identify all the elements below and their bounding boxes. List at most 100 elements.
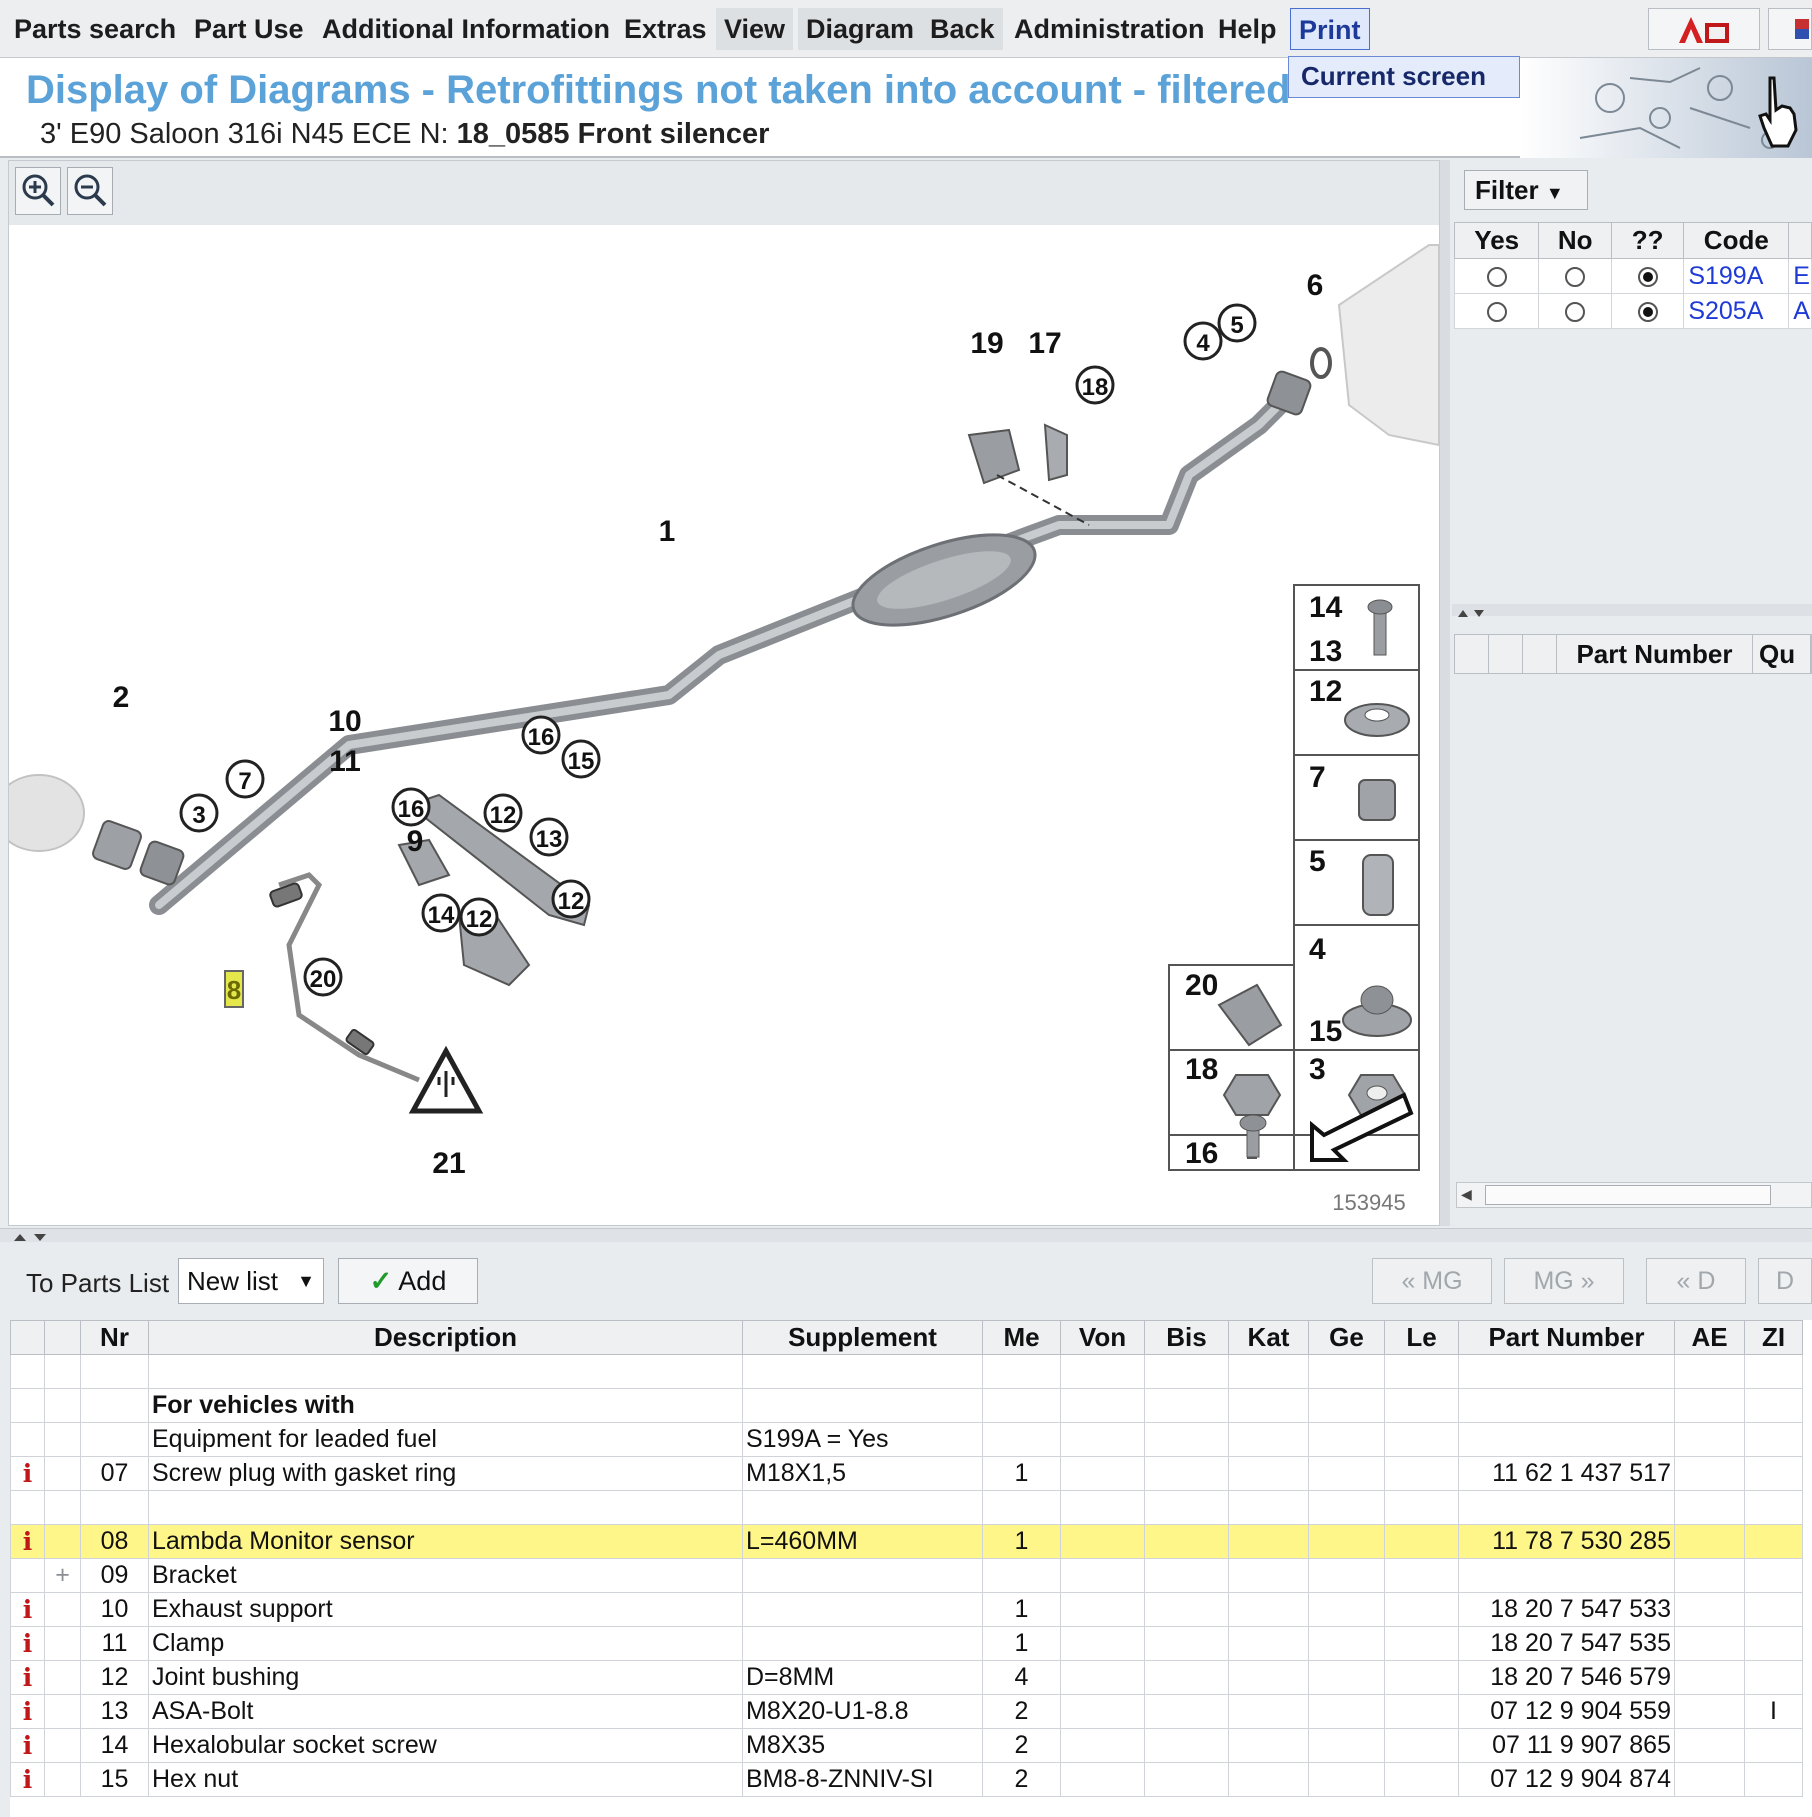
info-icon[interactable]: i bbox=[10, 1660, 45, 1695]
col-me[interactable]: Me bbox=[982, 1320, 1061, 1355]
table-row[interactable]: i 13 ASA-Bolt M8X20-U1-8.8 2 07 12 9 904 559 I bbox=[10, 1694, 1803, 1729]
filter-radio-no[interactable] bbox=[1565, 266, 1586, 287]
prev-d-button[interactable]: « D bbox=[1646, 1258, 1746, 1304]
horizontal-splitter[interactable] bbox=[0, 1228, 1812, 1242]
callout-label[interactable]: 6 bbox=[1307, 269, 1324, 302]
callout-label[interactable]: 20 bbox=[310, 966, 337, 993]
col-supplement[interactable]: Supplement bbox=[742, 1320, 983, 1355]
menu-extras[interactable]: Extras bbox=[616, 8, 715, 50]
table-row[interactable]: For vehicles with bbox=[10, 1388, 1803, 1423]
menu-help[interactable]: Help bbox=[1210, 8, 1285, 50]
callout-label-highlighted[interactable]: 8 bbox=[227, 975, 241, 1005]
col-info[interactable] bbox=[10, 1320, 45, 1355]
col-ae[interactable]: AE bbox=[1674, 1320, 1745, 1355]
toolbar-extra-button[interactable] bbox=[1768, 8, 1812, 50]
callout-label[interactable]: 2 bbox=[113, 681, 130, 714]
next-d-button[interactable]: D bbox=[1758, 1258, 1812, 1304]
table-row[interactable]: i 11 Clamp 1 18 20 7 547 535 bbox=[10, 1626, 1803, 1661]
menu-administration[interactable]: Administration bbox=[1006, 8, 1213, 50]
table-row[interactable]: +09 Bracket bbox=[10, 1558, 1803, 1593]
info-icon[interactable]: i bbox=[10, 1728, 45, 1763]
cell-part-number: 18 20 7 547 535 bbox=[1458, 1626, 1675, 1661]
parts-list-select[interactable]: New list ▼ bbox=[178, 1258, 324, 1304]
table-row[interactable]: i 15 Hex nut BM8-8-ZNNIV-SI 2 07 12 9 904 874 bbox=[10, 1762, 1803, 1797]
col-le[interactable]: Le bbox=[1384, 1320, 1459, 1355]
menu-parts-search[interactable]: Parts search bbox=[6, 8, 184, 50]
print-dropdown-current-screen[interactable]: Current screen bbox=[1288, 56, 1520, 98]
callout-label[interactable]: 16 bbox=[398, 796, 425, 823]
info-icon[interactable]: i bbox=[10, 1592, 45, 1627]
callout-label[interactable]: 1 bbox=[659, 515, 676, 548]
pdf-export-button[interactable] bbox=[1648, 8, 1760, 50]
parts-number-header: Part Number Qu bbox=[1454, 634, 1812, 674]
table-row[interactable] bbox=[10, 1354, 1803, 1389]
callout-label[interactable]: 16 bbox=[528, 724, 555, 751]
col-ge[interactable]: Ge bbox=[1308, 1320, 1385, 1355]
callout-label[interactable]: 18 bbox=[1082, 374, 1109, 401]
col-description[interactable]: Description bbox=[148, 1320, 743, 1355]
info-icon[interactable]: i bbox=[10, 1626, 45, 1661]
info-icon[interactable]: i bbox=[10, 1762, 45, 1797]
callout-label[interactable]: 10 bbox=[328, 705, 361, 738]
callout-label[interactable]: 11 bbox=[329, 745, 361, 778]
table-row[interactable]: i 12 Joint bushing D=8MM 4 18 20 7 546 579 bbox=[10, 1660, 1803, 1695]
info-icon[interactable]: i bbox=[10, 1524, 45, 1559]
menu-diagram[interactable]: Diagram bbox=[798, 8, 923, 50]
callout-label[interactable]: 5 bbox=[1230, 312, 1243, 339]
callout-label[interactable]: 7 bbox=[238, 768, 251, 795]
expand-icon[interactable]: + bbox=[44, 1558, 81, 1593]
filter-code-desc[interactable]: A bbox=[1788, 293, 1812, 329]
table-row[interactable]: i 07 Screw plug with gasket ring M18X1,5 1 11… bbox=[10, 1456, 1803, 1491]
filter-button[interactable]: Filter ▼ bbox=[1464, 170, 1588, 210]
callout-label[interactable]: 12 bbox=[466, 906, 493, 933]
callout-label[interactable]: 13 bbox=[536, 826, 563, 853]
callout-label[interactable]: 17 bbox=[1028, 327, 1061, 360]
info-icon[interactable]: i bbox=[10, 1694, 45, 1729]
right-parts-scrollbar[interactable]: ◀ bbox=[1456, 1182, 1812, 1208]
filter-radio-yes[interactable] bbox=[1486, 301, 1507, 322]
callout-label[interactable]: 9 bbox=[407, 825, 424, 858]
zoom-in-button[interactable] bbox=[15, 167, 61, 215]
info-icon[interactable]: i bbox=[10, 1456, 45, 1491]
menu-view[interactable]: View bbox=[716, 8, 794, 50]
next-mg-button[interactable]: MG » bbox=[1504, 1258, 1624, 1304]
callout-label[interactable]: 14 bbox=[428, 902, 455, 929]
prev-mg-button[interactable]: « MG bbox=[1372, 1258, 1492, 1304]
filter-radio-unknown[interactable] bbox=[1637, 266, 1658, 287]
filter-code-link[interactable]: S199A bbox=[1683, 258, 1790, 294]
col-kat[interactable]: Kat bbox=[1228, 1320, 1309, 1355]
callout-label[interactable]: 12 bbox=[490, 802, 517, 829]
menu-back[interactable]: Back bbox=[922, 8, 1003, 50]
callout-label[interactable]: 19 bbox=[970, 327, 1003, 360]
col-nr[interactable]: Nr bbox=[80, 1320, 149, 1355]
table-row[interactable]: i 10 Exhaust support 1 18 20 7 547 533 bbox=[10, 1592, 1803, 1627]
add-button[interactable]: ✓ Add bbox=[338, 1258, 478, 1304]
filter-code-desc[interactable]: E bbox=[1788, 258, 1812, 294]
filter-radio-yes[interactable] bbox=[1486, 266, 1507, 287]
table-row[interactable]: Equipment for leaded fuel S199A = Yes bbox=[10, 1422, 1803, 1457]
col-zi[interactable]: ZI bbox=[1744, 1320, 1803, 1355]
menu-part-use[interactable]: Part Use bbox=[186, 8, 312, 50]
exploded-diagram[interactable]: 123456791011121314151617181920211212168 … bbox=[9, 225, 1439, 1225]
filter-radio-no[interactable] bbox=[1565, 301, 1586, 322]
callout-label[interactable]: 15 bbox=[568, 748, 595, 775]
menu-additional-information[interactable]: Additional Information bbox=[314, 8, 618, 50]
table-row[interactable]: i 08 Lambda Monitor sensor L=460MM 1 11 78 7 … bbox=[10, 1524, 1803, 1559]
callout-label[interactable]: 12 bbox=[558, 888, 585, 915]
vertical-splitter[interactable] bbox=[1440, 160, 1450, 1226]
callout-label[interactable]: 4 bbox=[1196, 330, 1210, 357]
zoom-out-button[interactable] bbox=[67, 167, 113, 215]
col-von[interactable]: Von bbox=[1060, 1320, 1145, 1355]
menu-print[interactable]: Print bbox=[1290, 8, 1370, 50]
table-row[interactable]: i 14 Hexalobular socket screw M8X35 2 07 11 9… bbox=[10, 1728, 1803, 1763]
right-parts-scrollbar-thumb[interactable] bbox=[1485, 1185, 1771, 1205]
col-part-number[interactable]: Part Number bbox=[1458, 1320, 1675, 1355]
callout-label[interactable]: 21 bbox=[432, 1147, 465, 1180]
right-panel-splitter[interactable] bbox=[1452, 604, 1812, 617]
col-bis[interactable]: Bis bbox=[1144, 1320, 1229, 1355]
col-expand[interactable] bbox=[44, 1320, 81, 1355]
table-row[interactable] bbox=[10, 1490, 1803, 1525]
filter-radio-unknown[interactable] bbox=[1637, 301, 1658, 322]
callout-label[interactable]: 3 bbox=[192, 802, 205, 829]
filter-code-link[interactable]: S205A bbox=[1683, 293, 1790, 329]
